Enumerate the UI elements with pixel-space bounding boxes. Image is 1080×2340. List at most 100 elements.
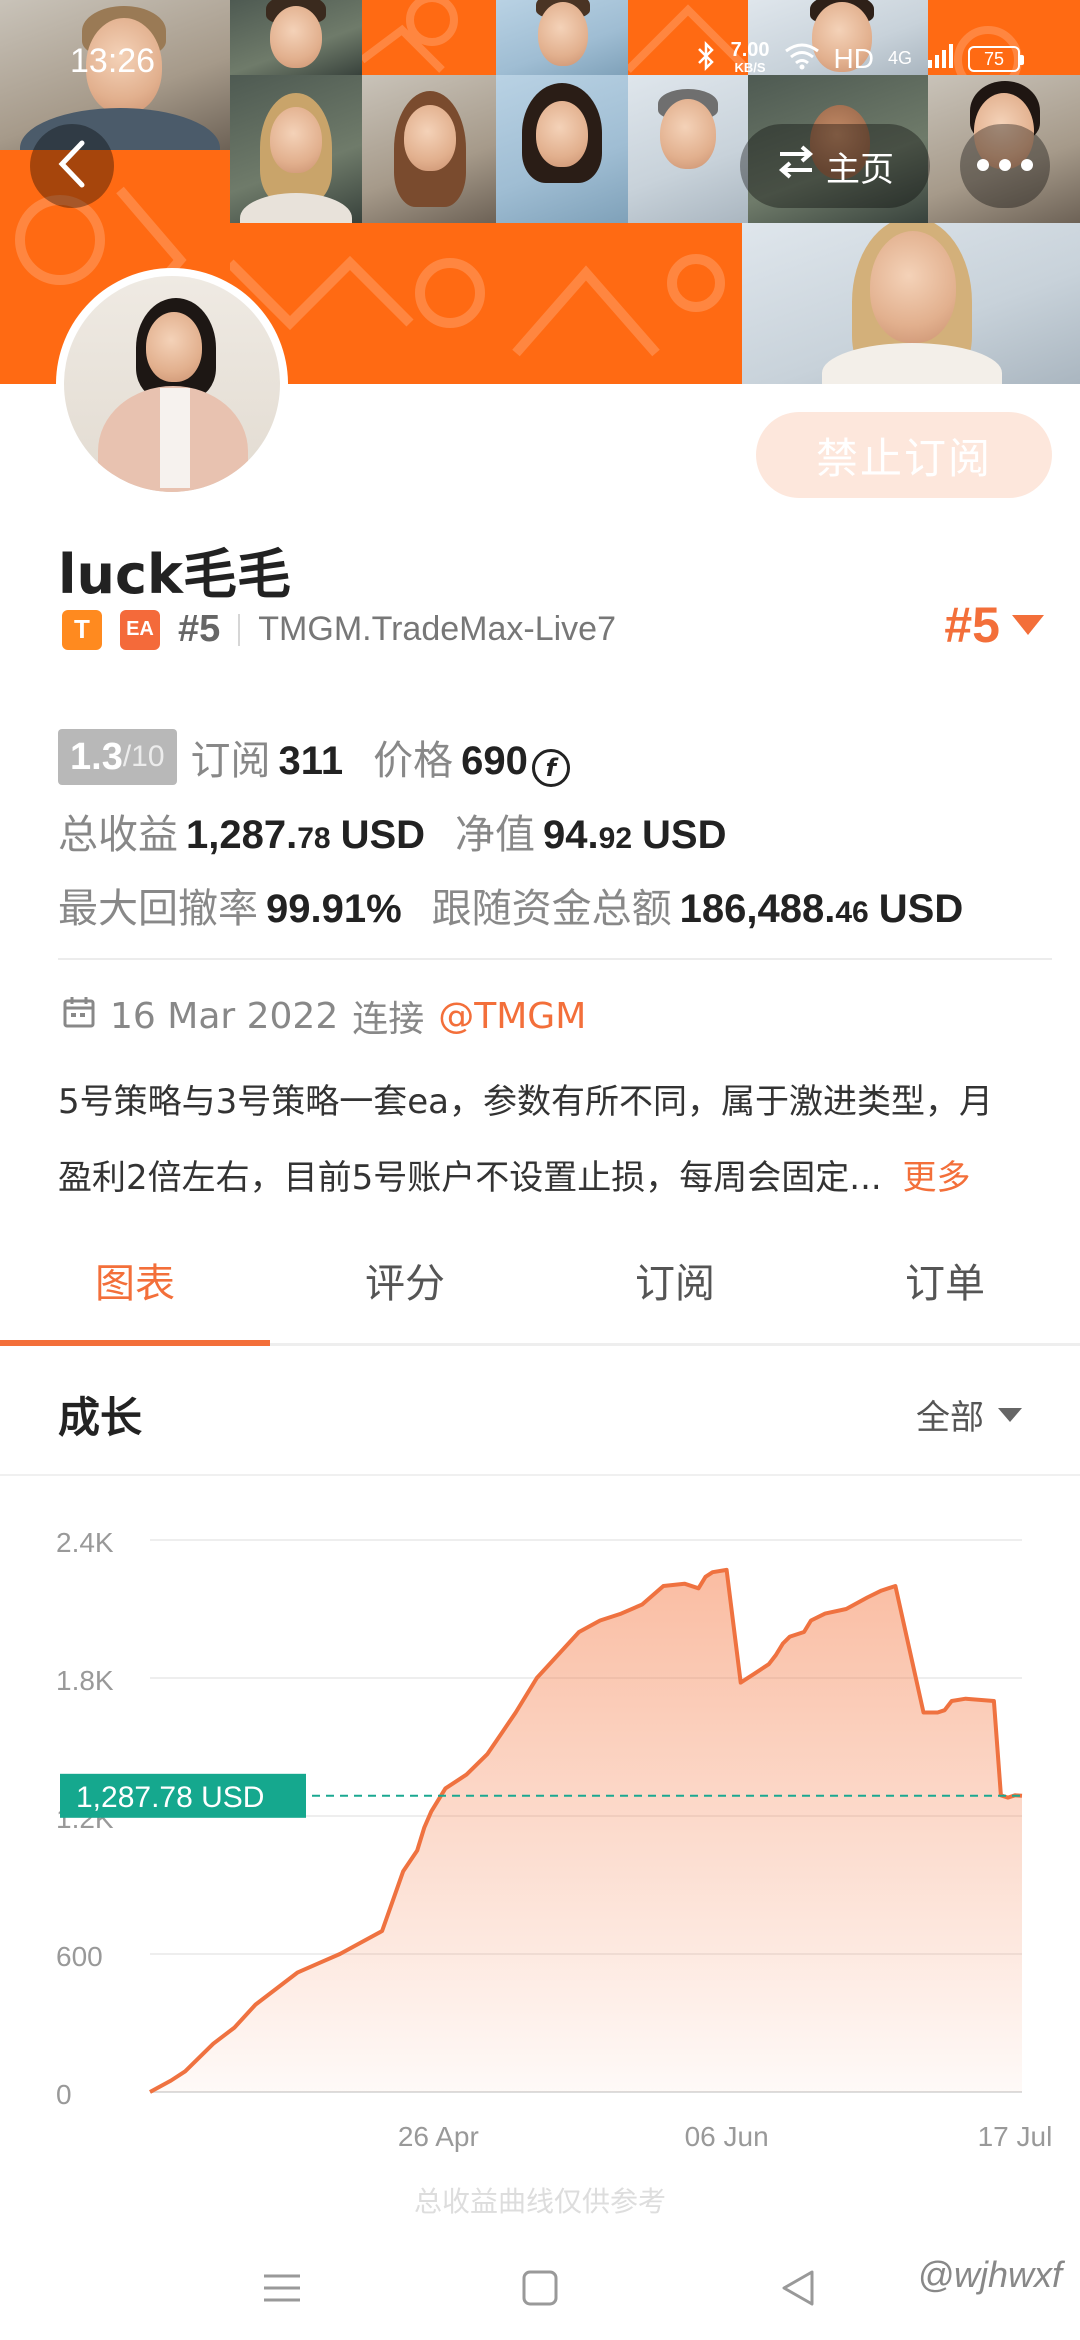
score-value: 1.3	[70, 735, 123, 778]
server-name: TMGM.TradeMax-Live7	[258, 610, 616, 648]
home-label: 主页	[826, 149, 894, 190]
swap-icon	[776, 144, 816, 189]
home-button[interactable]: 主页	[740, 124, 930, 208]
strategy-description: 5号策略与3号策略一套ea，参数有所不同，属于激进类型，月 盈利2倍左右，目前5…	[58, 1064, 1048, 1216]
banner-photo-man-older	[628, 75, 748, 223]
follow-funds-unit: USD	[878, 887, 964, 931]
profile-tags: T EA #5 TMGM.TradeMax-Live7	[62, 608, 616, 651]
total-profit-main: 1,287.	[186, 813, 298, 857]
banner-photo-woman-blonde	[230, 75, 362, 223]
more-dots-icon	[975, 157, 1035, 176]
y-tick-label: 600	[56, 1941, 103, 1972]
square-icon	[521, 2269, 559, 2311]
network-speed-value: 7.00	[730, 38, 770, 61]
triangle-down-icon	[1012, 615, 1044, 635]
description-line-1: 5号策略与3号策略一套ea，参数有所不同，属于激进类型，月	[58, 1082, 994, 1122]
banner-photo-woman-blonde-laughing	[742, 223, 1080, 384]
banner-photo-woman-curly	[496, 75, 628, 223]
tab-rating[interactable]: 评分	[270, 1234, 540, 1343]
growth-chart: 06001.2K1.8K2.4K26 Apr 06 Jun 17 Jul1,287.…	[56, 1527, 1053, 2152]
triangle-back-icon	[778, 2268, 818, 2312]
signal-icon	[926, 42, 954, 75]
total-profit-label: 总收益	[58, 812, 178, 858]
follow-funds-main: 186,488.	[679, 887, 836, 931]
rank-label: #5	[178, 608, 221, 650]
rank-value: #5	[944, 597, 1000, 653]
banner-pattern	[496, 223, 742, 384]
rank-dropdown[interactable]: #5	[944, 596, 1044, 654]
range-selector[interactable]: 全部	[916, 1390, 1022, 1439]
price-label: 价格	[373, 738, 454, 784]
chart-caption-faded: 总收益曲线仅供参考	[413, 2185, 666, 2218]
tab-bar: 图表 评分 订阅 订单	[0, 1234, 1080, 1346]
wifi-icon	[784, 42, 820, 75]
avatar[interactable]	[56, 268, 288, 500]
growth-title: 成长	[58, 1393, 143, 1442]
max-drawdown-label: 最大回撤率	[58, 886, 258, 932]
tag-t-badge: T	[62, 609, 102, 650]
net-value-label: 净值	[455, 812, 536, 858]
username: luck毛毛	[58, 543, 291, 606]
x-tick-label: 17 Jul	[978, 2121, 1053, 2152]
subscribe-button[interactable]: 禁止订阅	[756, 412, 1052, 498]
stats-row-score: 1.3 /10 订阅 311 价格 690 f	[58, 728, 570, 787]
watermark: @wjhwxf	[917, 2254, 1062, 2295]
connect-date: 16 Mar 2022	[110, 995, 339, 1037]
nav-home-button[interactable]	[508, 2258, 572, 2322]
net-value-decimal: 92	[598, 822, 633, 855]
range-label: 全部	[916, 1398, 984, 1438]
follow-funds-decimal: 46	[835, 896, 869, 929]
stats-row-profit: 总收益 1,287. 78 USD 净值 94. 92 USD	[58, 802, 726, 860]
nav-menu-button[interactable]	[250, 2258, 314, 2322]
y-tick-label: 1.8K	[56, 1665, 114, 1696]
back-button[interactable]	[30, 124, 114, 208]
score-max: /10	[122, 740, 165, 773]
tag-divider	[238, 613, 241, 646]
divider	[58, 958, 1052, 960]
divider	[0, 1474, 1080, 1476]
y-tick-label: 0	[56, 2079, 72, 2110]
banner-photo-woman-brunette	[362, 75, 496, 223]
subscribe-count-label: 订阅	[190, 738, 271, 784]
nav-back-button[interactable]	[766, 2258, 830, 2322]
hd-indicator: HD	[833, 42, 874, 74]
net-value-main: 94.	[543, 813, 599, 857]
status-icons: 7.00 KB/S HD 4G 75	[695, 38, 1024, 77]
network-speed: 7.00 KB/S	[730, 38, 770, 77]
growth-area	[150, 1569, 1022, 2092]
network-speed-unit: KB/S	[734, 59, 766, 75]
x-tick-label: 06 Jun	[685, 2121, 769, 2152]
battery-icon: 75	[968, 45, 1024, 72]
chevron-left-icon	[57, 139, 87, 193]
y-tick-label: 2.4K	[56, 1527, 114, 1558]
more-link[interactable]: 更多	[903, 1158, 971, 1198]
status-time: 13:26	[70, 42, 156, 80]
more-options-button[interactable]	[960, 124, 1050, 208]
tab-chart[interactable]: 图表	[0, 1234, 270, 1346]
subscribe-count: 311	[278, 739, 344, 783]
description-line-2: 盈利2倍左右，目前5号账户不设置止损，每周会固定...	[58, 1158, 882, 1198]
max-drawdown-value: 99.91%	[266, 887, 402, 931]
calendar-icon	[62, 995, 96, 1038]
tab-subscriptions[interactable]: 订阅	[540, 1234, 810, 1343]
score-badge: 1.3 /10	[58, 729, 177, 785]
tag-ea-badge: EA	[120, 609, 160, 650]
x-tick-label: 26 Apr	[398, 2121, 479, 2152]
network-type: 4G	[887, 48, 912, 68]
tab-orders[interactable]: 订单	[810, 1234, 1080, 1343]
status-bar: 13:26 7.00 KB/S HD 4G 75	[0, 36, 1080, 96]
coin-icon: f	[531, 749, 570, 787]
current-value-label: 1,287.78 USD	[76, 1781, 264, 1814]
broker-link[interactable]: @TMGM	[438, 996, 586, 1037]
total-profit-unit: USD	[340, 813, 426, 857]
stats-row-drawdown: 最大回撤率 99.91% 跟随资金总额 186,488. 46 USD	[58, 876, 963, 934]
total-profit-decimal: 78	[297, 822, 331, 855]
price-value: 690	[461, 739, 528, 783]
avatar-image	[64, 276, 280, 492]
menu-icon	[262, 2272, 302, 2308]
connection-info: 16 Mar 2022 连接 @TMGM	[62, 990, 586, 1042]
connect-label: 连接	[352, 999, 425, 1040]
follow-funds-label: 跟随资金总额	[431, 886, 672, 932]
bluetooth-icon	[695, 40, 717, 77]
description-line-2-wrap: 盈利2倍左右，目前5号账户不设置止损，每周会固定... 更多	[58, 1140, 1048, 1216]
